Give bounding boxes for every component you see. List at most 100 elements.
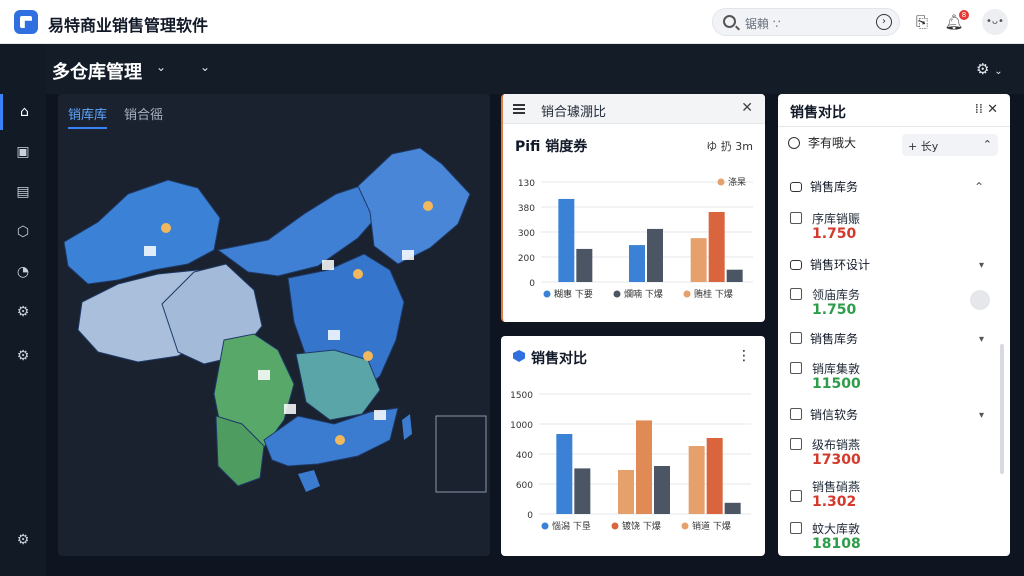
chart-card-1: 销合璩淜比 ✕ Pifi 销度券 ゆ 扔 3m 0 200 300 380 130 糊惠 … — [501, 94, 765, 322]
checkbox[interactable] — [790, 212, 802, 224]
y-tick-label: 130 — [518, 179, 535, 189]
chart-card-2: 销售对比 ⋮ 0 600 400 1000 1500 惱潟 下垦 镀饶 下爆 销道 下爆 — [501, 336, 765, 556]
map-tab-2[interactable]: 销合徭 — [124, 104, 163, 123]
item-value: 11500 — [812, 376, 861, 392]
message-icon[interactable]: ▣ — [0, 134, 46, 170]
bar — [556, 434, 573, 514]
item-name: 销售硝燕 — [812, 480, 861, 494]
group-header[interactable]: 销信软务 — [790, 406, 858, 423]
map-tab-1[interactable]: 销库库 — [68, 104, 108, 129]
legend-marker — [717, 178, 725, 186]
bar — [558, 198, 575, 282]
legend-label: 爛喃 下爆 — [624, 288, 663, 300]
app-logo-icon — [14, 10, 38, 34]
page-header — [46, 44, 1024, 94]
group-header[interactable]: 销售库务 — [790, 178, 858, 195]
y-tick-label: 300 — [518, 229, 535, 239]
legend-marker — [681, 522, 689, 530]
y-tick-label: 400 — [516, 451, 533, 461]
item-value: 18108 — [812, 536, 861, 552]
app-title: 易特商业销售管理软件 — [48, 16, 209, 35]
gear-icon[interactable]: ⚙ — [0, 338, 46, 374]
legend-label: 贿桂 下爆 — [694, 288, 733, 300]
item-name: 销库集敦 — [812, 362, 861, 376]
bar — [647, 228, 663, 282]
legend-marker — [541, 522, 549, 530]
page-title: 多仓库管理 — [52, 62, 142, 83]
item-name: 领庙库务 — [812, 288, 861, 302]
checkbox[interactable] — [790, 490, 802, 502]
chevron-down-icon[interactable]: ⌄ — [156, 60, 166, 74]
avatar[interactable]: •ᴗ• — [982, 9, 1008, 35]
item-value: 1.750 — [812, 226, 857, 242]
bar-chart-2: 0 600 400 1000 1500 惱潟 下垦 镀饶 下爆 销道 下爆 — [510, 391, 751, 532]
divider — [778, 126, 1010, 127]
y-tick-label: 200 — [518, 254, 535, 264]
y-tick-label: 0 — [527, 511, 533, 521]
panel-controls[interactable]: ⁞⁞ ✕ — [975, 102, 998, 117]
panel-title: 销售对比 — [790, 105, 846, 121]
time-filter[interactable]: 李有哦大 — [788, 134, 856, 151]
gear-icon[interactable]: ⚙ — [0, 522, 46, 558]
legend-label: 镀饶 下爆 — [622, 520, 661, 532]
map-panel: 销库库 销合徭 — [58, 94, 490, 556]
legend-marker — [683, 290, 691, 298]
bar — [576, 248, 593, 282]
bar — [706, 438, 723, 514]
item-value: 1.302 — [812, 494, 857, 510]
settings-icon[interactable]: ⚙ — [0, 294, 46, 330]
bar — [636, 420, 652, 514]
item-name: 蚊大库敦 — [812, 522, 861, 536]
item-value: 17300 — [812, 452, 861, 468]
bar — [629, 245, 645, 282]
china-map[interactable] — [58, 94, 490, 556]
home-icon[interactable]: ⌂ — [0, 94, 46, 130]
bar-chart-1: 0 200 300 380 130 糊惠 下要 爛喃 下爆 贿桂 下爆 涤杲 — [518, 176, 753, 300]
legend-label: 糊惠 下要 — [554, 288, 593, 300]
search-submit-icon[interactable]: › — [876, 14, 892, 30]
settings-icon[interactable]: ⚙ ⌄ — [976, 60, 1003, 78]
checkbox[interactable] — [790, 438, 802, 450]
chevron-down-icon[interactable]: ⌄ — [200, 60, 210, 74]
bar — [708, 212, 725, 282]
y-tick-label: 600 — [516, 481, 533, 491]
chart-icon[interactable]: ◔ — [0, 254, 46, 290]
checkbox[interactable] — [790, 408, 802, 420]
y-tick-label: 1500 — [510, 391, 533, 401]
document-icon[interactable]: ▤ — [0, 174, 46, 210]
checkbox[interactable] — [790, 288, 802, 300]
bar — [724, 502, 741, 514]
sidebar: ⌂ ▣ ▤ ⬡ ◔ ⚙ ⚙ ⚙ — [0, 44, 46, 576]
chevron-down-icon[interactable]: ▾ — [979, 334, 984, 345]
box-icon[interactable]: ⬡ — [0, 214, 46, 250]
item-name: 级布销燕 — [812, 438, 861, 452]
clipboard-icon[interactable]: ⎘ — [912, 12, 932, 32]
chevron-down-icon[interactable]: ▾ — [979, 410, 984, 421]
checkbox[interactable] — [790, 332, 802, 344]
scrollbar[interactable] — [1000, 344, 1004, 474]
filter-chip[interactable]: + 长y ⌃ — [902, 134, 998, 156]
clock-icon — [788, 137, 800, 149]
bar — [726, 269, 743, 282]
action-button[interactable] — [970, 290, 990, 310]
search-icon — [723, 15, 736, 28]
folder-icon — [790, 182, 802, 192]
y-tick-label: 1000 — [510, 421, 533, 431]
search-input[interactable]: 锯賴 ∵ — [745, 15, 780, 32]
legend-marker — [543, 290, 551, 298]
checkbox[interactable] — [790, 362, 802, 374]
checkbox[interactable] — [790, 522, 802, 534]
comparison-panel: 销售对比 ⁞⁞ ✕ 李有哦大 + 长y ⌃ 销售库务 ⌃ 序库销赈 1.750 … — [778, 94, 1010, 556]
group-header[interactable]: 销售环设计 — [790, 256, 870, 273]
bar — [690, 238, 707, 282]
notification-badge: 8 — [959, 10, 969, 20]
legend-label: 销道 下爆 — [692, 520, 731, 532]
bar — [618, 470, 634, 514]
bar — [574, 468, 591, 514]
chevron-up-icon[interactable]: ⌃ — [974, 180, 984, 194]
legend-label: 惱潟 下垦 — [552, 520, 591, 532]
search-box[interactable]: 锯賴 ∵ › — [712, 8, 900, 36]
group-header[interactable]: 销售库务 — [790, 330, 858, 347]
y-tick-label: 380 — [518, 204, 535, 214]
chevron-down-icon[interactable]: ▾ — [979, 260, 984, 271]
